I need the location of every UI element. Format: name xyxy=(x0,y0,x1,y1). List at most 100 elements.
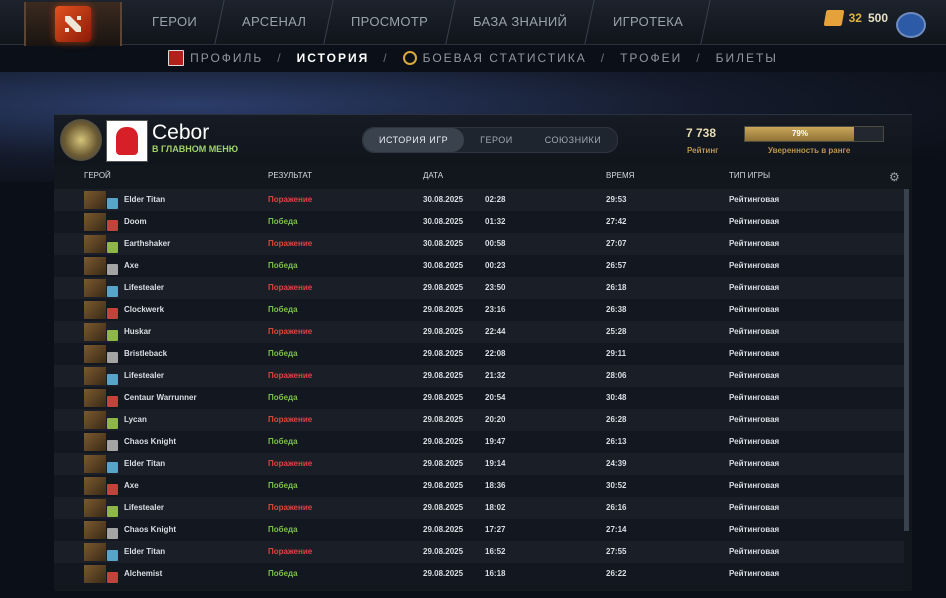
match-duration: 25:28 xyxy=(606,327,627,336)
rank-medal-icon[interactable] xyxy=(60,119,102,161)
match-time: 23:50 xyxy=(485,283,506,292)
hero-portrait-icon xyxy=(84,455,106,473)
match-time: 20:54 xyxy=(485,393,506,402)
match-time: 00:58 xyxy=(485,239,506,248)
nav-heroes[interactable]: ГЕРОИ xyxy=(125,0,225,44)
table-row[interactable]: Lifestealer Поражение 29.08.2025 23:50 26:18… xyxy=(54,277,904,299)
role-badge-icon xyxy=(107,352,118,363)
chat-icon[interactable] xyxy=(896,12,926,38)
match-type: Рейтинговая xyxy=(729,547,780,556)
role-badge-icon xyxy=(107,286,118,297)
table-row[interactable]: Lycan Поражение 29.08.2025 20:20 26:28 Рейтин… xyxy=(54,409,904,431)
match-date: 30.08.2025 xyxy=(423,239,464,248)
hero-portrait-icon xyxy=(84,213,106,231)
match-date: 29.08.2025 xyxy=(423,283,464,292)
match-duration: 26:16 xyxy=(606,503,627,512)
nav-armory[interactable]: АРСЕНАЛ xyxy=(215,0,334,44)
match-date: 29.08.2025 xyxy=(423,547,464,556)
subnav-history[interactable]: ИСТОРИЯ xyxy=(297,51,370,65)
match-duration: 29:11 xyxy=(606,349,627,358)
hero-name: Chaos Knight xyxy=(124,525,176,534)
match-type: Рейтинговая xyxy=(729,261,780,270)
subnav-trophies[interactable]: ТРОФЕИ xyxy=(620,51,682,65)
hero-name: Earthshaker xyxy=(124,239,171,248)
match-result: Победа xyxy=(268,349,298,358)
rating-value: 7 738 xyxy=(686,126,717,140)
tab-heroes[interactable]: ГЕРОИ xyxy=(464,128,529,152)
col-duration[interactable]: ВРЕМЯ xyxy=(606,171,634,180)
match-date: 29.08.2025 xyxy=(423,437,464,446)
table-row[interactable]: Alchemist Победа 29.08.2025 16:18 26:22 Рейти… xyxy=(54,563,904,585)
match-duration: 26:28 xyxy=(606,415,627,424)
table-row[interactable]: Elder Titan Поражение 30.08.2025 02:28 29:53… xyxy=(54,189,904,211)
table-row[interactable]: Elder Titan Поражение 29.08.2025 19:14 24:39… xyxy=(54,453,904,475)
hero-portrait-icon xyxy=(84,191,106,209)
nav-arcade[interactable]: ИГРОТЕКА xyxy=(585,0,711,44)
match-result: Победа xyxy=(268,393,298,402)
subnav-profile[interactable]: ПРОФИЛЬ xyxy=(168,50,263,66)
match-type: Рейтинговая xyxy=(729,415,780,424)
match-duration: 30:52 xyxy=(606,481,627,490)
hero-portrait-icon xyxy=(84,323,106,341)
gear-icon[interactable]: ⚙ xyxy=(889,171,901,183)
currency-display[interactable]: 32 500 xyxy=(823,10,888,26)
match-duration: 26:22 xyxy=(606,569,627,578)
nav-watch[interactable]: ПРОСМОТР xyxy=(324,0,457,44)
table-row[interactable]: Lifestealer Поражение 29.08.2025 21:32 28:06… xyxy=(54,365,904,387)
match-type: Рейтинговая xyxy=(729,437,780,446)
table-row[interactable]: Elder Titan Поражение 29.08.2025 16:52 27:55… xyxy=(54,541,904,563)
role-badge-icon xyxy=(107,462,118,473)
match-time: 19:14 xyxy=(485,459,506,468)
hero-portrait-icon xyxy=(84,499,106,517)
tab-match-history[interactable]: ИСТОРИЯ ИГР xyxy=(363,128,465,152)
match-duration: 27:07 xyxy=(606,239,627,248)
role-badge-icon xyxy=(107,396,118,407)
table-row[interactable]: Chaos Knight Победа 29.08.2025 17:27 27:14 Ре… xyxy=(54,519,904,541)
role-badge-icon xyxy=(107,264,118,275)
col-type[interactable]: ТИП ИГРЫ xyxy=(729,171,770,180)
table-row[interactable]: Doom Победа 30.08.2025 01:32 27:42 Рейтингова… xyxy=(54,211,904,233)
table-row[interactable]: Axe Победа 30.08.2025 00:23 26:57 Рейтинговая xyxy=(54,255,904,277)
table-row[interactable]: Centaur Warrunner Победа 29.08.2025 20:54 30… xyxy=(54,387,904,409)
hero-portrait-icon xyxy=(84,345,106,363)
col-date[interactable]: ДАТА xyxy=(423,171,443,180)
tab-allies[interactable]: СОЮЗНИКИ xyxy=(529,128,618,152)
role-badge-icon xyxy=(107,418,118,429)
match-duration: 29:53 xyxy=(606,195,627,204)
history-tabs: ИСТОРИЯ ИГР ГЕРОИ СОЮЗНИКИ xyxy=(362,127,619,153)
match-result: Победа xyxy=(268,569,298,578)
role-badge-icon xyxy=(107,308,118,319)
match-time: 00:23 xyxy=(485,261,506,270)
table-row[interactable]: Chaos Knight Победа 29.08.2025 19:47 26:13 Ре… xyxy=(54,431,904,453)
table-row[interactable]: Huskar Поражение 29.08.2025 22:44 25:28 Рейти… xyxy=(54,321,904,343)
match-time: 22:08 xyxy=(485,349,506,358)
match-time: 20:20 xyxy=(485,415,506,424)
table-header: ГЕРОЙ РЕЗУЛЬТАТ ДАТА ВРЕМЯ ТИП ИГРЫ xyxy=(54,171,912,185)
role-badge-icon xyxy=(107,374,118,385)
match-result: Поражение xyxy=(268,239,313,248)
table-row[interactable]: Earthshaker Поражение 30.08.2025 00:58 27:07… xyxy=(54,233,904,255)
match-result: Победа xyxy=(268,217,298,226)
avatar[interactable] xyxy=(106,120,148,162)
table-row[interactable]: Clockwerk Победа 29.08.2025 23:16 26:38 Рейти… xyxy=(54,299,904,321)
table-row[interactable]: Axe Победа 29.08.2025 18:36 30:52 Рейтинговая xyxy=(54,475,904,497)
hero-name: Lifestealer xyxy=(124,371,165,380)
match-time: 18:02 xyxy=(485,503,506,512)
col-hero[interactable]: ГЕРОЙ xyxy=(84,171,111,180)
hero-portrait-icon xyxy=(84,433,106,451)
match-date: 29.08.2025 xyxy=(423,569,464,578)
scrollbar[interactable] xyxy=(904,189,909,531)
match-duration: 27:42 xyxy=(606,217,627,226)
table-row[interactable]: Lifestealer Поражение 29.08.2025 18:02 26:16… xyxy=(54,497,904,519)
match-type: Рейтинговая xyxy=(729,569,780,578)
table-row[interactable]: Bristleback Победа 29.08.2025 22:08 29:11 Рей… xyxy=(54,343,904,365)
profile-subnav: ПРОФИЛЬ / ИСТОРИЯ / БОЕВАЯ СТАТИСТИКА / … xyxy=(0,44,946,72)
subnav-tickets[interactable]: БИЛЕТЫ xyxy=(716,51,778,65)
role-badge-icon xyxy=(107,330,118,341)
col-result[interactable]: РЕЗУЛЬТАТ xyxy=(268,171,312,180)
nav-knowledge-base[interactable]: БАЗА ЗНАНИЙ xyxy=(446,0,596,44)
subnav-battle-stats[interactable]: БОЕВАЯ СТАТИСТИКА xyxy=(402,51,587,65)
match-type: Рейтинговая xyxy=(729,217,780,226)
dota-logo-button[interactable] xyxy=(24,2,122,46)
match-date: 29.08.2025 xyxy=(423,371,464,380)
